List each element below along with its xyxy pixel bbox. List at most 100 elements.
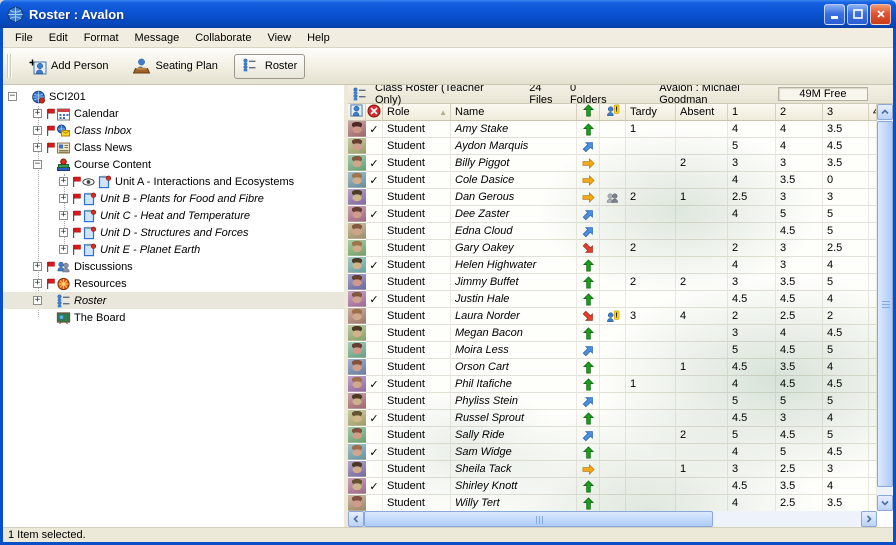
- attendance-check[interactable]: ✓: [366, 206, 383, 223]
- expand-box[interactable]: +: [33, 262, 42, 271]
- roster-row[interactable]: ✓StudentCole Dasice43.50: [348, 172, 877, 189]
- roster-row[interactable]: StudentSally Ride254.55: [348, 427, 877, 444]
- vertical-scroll-thumb[interactable]: [877, 121, 893, 487]
- name-cell[interactable]: Sally Ride: [451, 427, 577, 444]
- menu-help[interactable]: Help: [299, 30, 338, 46]
- attendance-check[interactable]: ✓: [366, 257, 383, 274]
- name-cell[interactable]: Helen Highwater: [451, 257, 577, 274]
- attendance-check[interactable]: ✓: [366, 410, 383, 427]
- name-cell[interactable]: Phil Itafiche: [451, 376, 577, 393]
- expand-box[interactable]: +: [33, 296, 42, 305]
- attendance-check[interactable]: [366, 359, 383, 376]
- attendance-check[interactable]: ✓: [366, 478, 383, 495]
- roster-row[interactable]: ✓StudentDee Zaster455: [348, 206, 877, 223]
- column-header-grade-3[interactable]: 3: [823, 104, 869, 120]
- title-bar[interactable]: Roster : Avalon: [0, 0, 896, 28]
- name-cell[interactable]: Willy Tert: [451, 495, 577, 511]
- name-cell[interactable]: Megan Bacon: [451, 325, 577, 342]
- attendance-check[interactable]: ✓: [366, 444, 383, 461]
- horizontal-scrollbar[interactable]: [348, 511, 877, 527]
- roster-row[interactable]: StudentAydon Marquis544.5: [348, 138, 877, 155]
- attendance-check[interactable]: [366, 189, 383, 206]
- maximize-button[interactable]: [847, 4, 868, 25]
- scroll-left-button[interactable]: [348, 511, 364, 527]
- attendance-check[interactable]: [366, 342, 383, 359]
- name-cell[interactable]: Dee Zaster: [451, 206, 577, 223]
- name-cell[interactable]: Aydon Marquis: [451, 138, 577, 155]
- add-person-button[interactable]: Add Person: [20, 54, 116, 79]
- roster-row[interactable]: ✓StudentRussel Sprout4.534: [348, 410, 877, 427]
- attendance-check[interactable]: [366, 427, 383, 444]
- name-cell[interactable]: Justin Hale: [451, 291, 577, 308]
- column-header-avatar[interactable]: [348, 104, 366, 120]
- name-cell[interactable]: Moira Less: [451, 342, 577, 359]
- menu-edit[interactable]: Edit: [41, 30, 76, 46]
- collapse-box[interactable]: −: [33, 160, 42, 169]
- column-header-tardy[interactable]: Tardy: [626, 104, 676, 120]
- column-header-grade-2[interactable]: 2: [776, 104, 823, 120]
- expand-box[interactable]: +: [59, 245, 68, 254]
- scroll-up-button[interactable]: [877, 104, 893, 120]
- name-cell[interactable]: Shirley Knott: [451, 478, 577, 495]
- tree-item-the-board[interactable]: The Board: [3, 309, 344, 326]
- roster-row[interactable]: ✓StudentBilly Piggot2333.5: [348, 155, 877, 172]
- roster-row[interactable]: StudentMegan Bacon344.5: [348, 325, 877, 342]
- attendance-check[interactable]: ✓: [366, 291, 383, 308]
- attendance-check[interactable]: [366, 138, 383, 155]
- tree-item-resources[interactable]: +Resources: [3, 275, 344, 292]
- scroll-right-button[interactable]: [861, 511, 877, 527]
- expand-box[interactable]: +: [33, 279, 42, 288]
- attendance-check[interactable]: [366, 461, 383, 478]
- attendance-check[interactable]: ✓: [366, 376, 383, 393]
- menu-view[interactable]: View: [259, 30, 299, 46]
- name-cell[interactable]: Jimmy Buffet: [451, 274, 577, 291]
- expand-box[interactable]: +: [59, 177, 68, 186]
- attendance-check[interactable]: [366, 325, 383, 342]
- tree-item-class-news[interactable]: +Class News: [3, 139, 344, 156]
- expand-box[interactable]: +: [59, 194, 68, 203]
- name-cell[interactable]: Dan Gerous: [451, 189, 577, 206]
- attendance-check[interactable]: ✓: [366, 172, 383, 189]
- attendance-check[interactable]: [366, 308, 383, 325]
- menu-file[interactable]: File: [7, 30, 41, 46]
- menu-collaborate[interactable]: Collaborate: [187, 30, 259, 46]
- roster-row[interactable]: StudentOrson Cart14.53.54: [348, 359, 877, 376]
- attendance-check[interactable]: ✓: [366, 121, 383, 138]
- name-cell[interactable]: Gary Oakey: [451, 240, 577, 257]
- roster-row[interactable]: ✓StudentShirley Knott4.53.54: [348, 478, 877, 495]
- menu-message[interactable]: Message: [127, 30, 188, 46]
- attendance-check[interactable]: [366, 240, 383, 257]
- attendance-check[interactable]: [366, 495, 383, 511]
- column-header-grade-4[interactable]: 4: [869, 104, 877, 120]
- attendance-check[interactable]: [366, 274, 383, 291]
- tree-item-unit-b-plants-for-food-and-fibre[interactable]: +Unit B - Plants for Food and Fibre: [3, 190, 344, 207]
- attendance-check[interactable]: ✓: [366, 155, 383, 172]
- roster-row[interactable]: StudentEdna Cloud4.55: [348, 223, 877, 240]
- name-cell[interactable]: Amy Stake: [451, 121, 577, 138]
- name-cell[interactable]: Sam Widge: [451, 444, 577, 461]
- roster-row[interactable]: StudentJimmy Buffet2233.55: [348, 274, 877, 291]
- name-cell[interactable]: Cole Dasice: [451, 172, 577, 189]
- roster-row[interactable]: ✓StudentPhil Itafiche144.54.5: [348, 376, 877, 393]
- expand-box[interactable]: +: [33, 109, 42, 118]
- tree-item-roster[interactable]: +Roster: [3, 292, 344, 309]
- minimize-button[interactable]: [824, 4, 845, 25]
- close-button[interactable]: [870, 4, 891, 25]
- expand-box[interactable]: +: [59, 211, 68, 220]
- expand-box[interactable]: +: [33, 143, 42, 152]
- seating-plan-button[interactable]: Seating Plan: [124, 54, 225, 79]
- attendance-check[interactable]: [366, 223, 383, 240]
- column-header-grade-1[interactable]: 1: [728, 104, 776, 120]
- name-cell[interactable]: Laura Norder: [451, 308, 577, 325]
- toolbar-grip[interactable]: [7, 54, 12, 78]
- menu-format[interactable]: Format: [76, 30, 127, 46]
- tree-item-unit-c-heat-and-temperature[interactable]: +Unit C - Heat and Temperature: [3, 207, 344, 224]
- name-cell[interactable]: Russel Sprout: [451, 410, 577, 427]
- roster-row[interactable]: ✓StudentSam Widge454.5: [348, 444, 877, 461]
- roster-row[interactable]: ✓StudentJustin Hale4.54.54: [348, 291, 877, 308]
- roster-row[interactable]: StudentWilly Tert42.53.5: [348, 495, 877, 511]
- expand-box[interactable]: +: [59, 228, 68, 237]
- name-cell[interactable]: Billy Piggot: [451, 155, 577, 172]
- expand-box[interactable]: +: [33, 126, 42, 135]
- roster-row[interactable]: ✓StudentHelen Highwater434: [348, 257, 877, 274]
